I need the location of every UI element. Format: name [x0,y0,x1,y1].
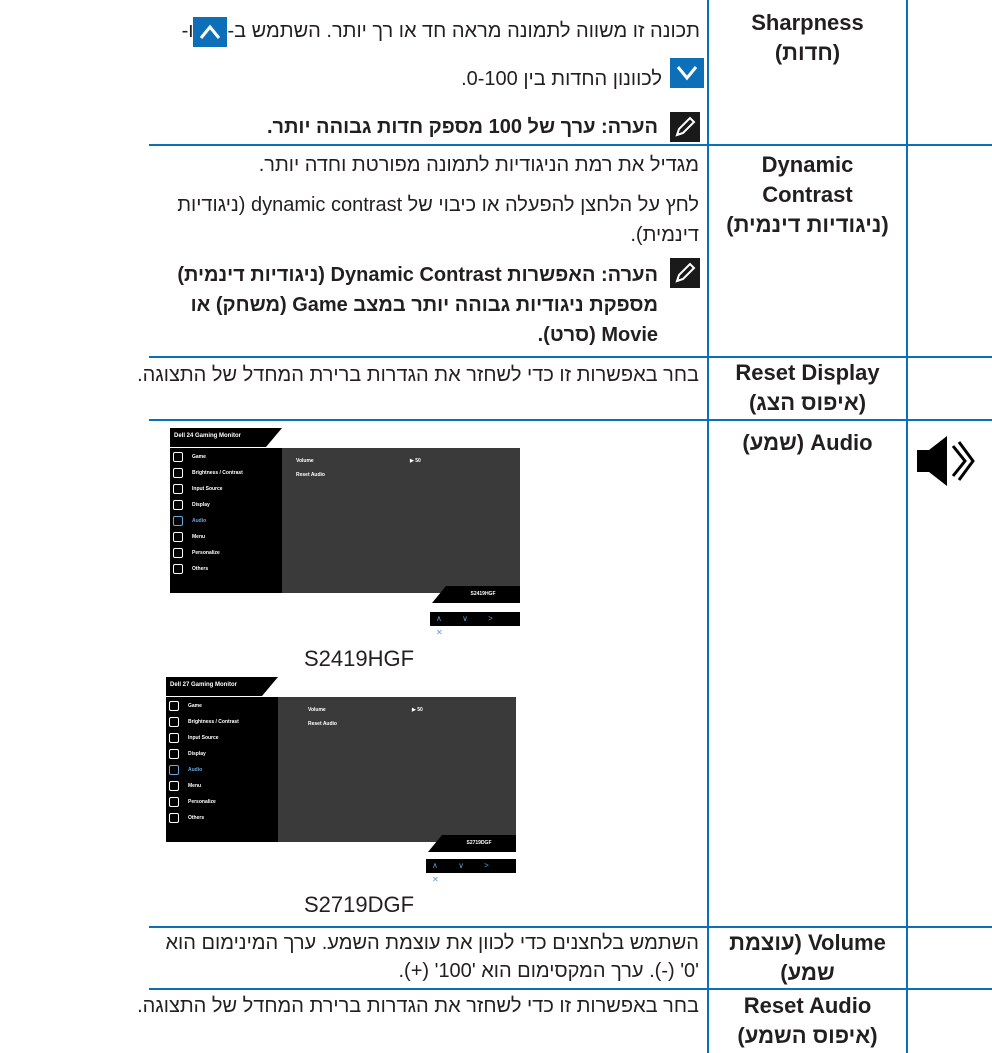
audio-label: Audio (שמע) [742,430,873,455]
input-source-icon [169,733,179,743]
osd-content: Volume ▶ 50 Reset Audio [282,448,520,593]
osd-content: Volume ▶ 50 Reset Audio [278,697,516,842]
reset-display-desc: בחר באפשרות זו כדי לשחזר את הגדרות ברירת… [137,364,699,386]
volume-desc-line1: השתמש בלחצנים כדי לכוון את עוצמת השמע. ע… [165,932,700,954]
osd-volume-value: ▶ 50 [412,707,423,713]
osd-title: Dell 24 Gaming Monitor [170,428,282,447]
sharpness-desc-line2: לכוונון החדות בין 0-100. [461,68,662,90]
menu-icon [173,532,183,542]
model-caption-2: S2719DGF [303,892,415,917]
others-icon [169,813,179,823]
others-icon [173,564,183,574]
dynamic-contrast-note-line3: Movie (סרט). [537,324,658,346]
osd-nav-buttons: ∧ ∨ > ✕ [430,612,520,637]
dynamic-contrast-desc-p1: מגדיל את רמת הניגודיות לתמונה מפורטת וחד… [258,154,699,176]
manual-page: Sharpness (חדות) תכונה זו משווה לתמונה מ… [0,0,992,1053]
audio-icon [173,516,183,526]
volume-desc-line2: '0' (-). ערך המקסימום הוא '100' (+). [398,960,700,982]
osd-model-tag: S2419HGF [432,586,520,603]
dynamic-contrast-note-line2: מספקת ניגודיות גבוהה יותר במצב Game (משח… [190,294,658,316]
menu-icon [169,781,179,791]
reset-audio-label: Reset Audio (איפוס השמע) [737,993,878,1048]
star-icon [173,548,183,558]
sharpness-desc-line1: תכונה זו משווה לתמונה מראה חד או רך יותר… [155,16,700,47]
note-pencil-icon [670,258,700,288]
dynamic-contrast-desc-p2-line2: דינמית). [630,224,699,246]
osd-nav-buttons: ∧ ∨ > ✕ [426,859,516,884]
up-arrow-icon [193,16,228,47]
model-caption-1: S2419HGF [303,646,415,671]
sharpness-label: Sharpness (חדות) [708,8,907,68]
down-arrow-icon [670,58,704,88]
osd-volume-value: ▶ 50 [410,458,421,464]
star-icon [169,797,179,807]
input-source-icon [173,484,183,494]
brightness-icon [173,468,183,478]
osd-screenshot-1: Dell 24 Gaming Monitor Game Brightness /… [170,428,520,637]
osd-volume-label: Volume [308,707,326,713]
dynamic-contrast-desc-p2-line1: לחץ על הלחצן להפעלה או כיבוי של dynamic … [177,194,699,216]
game-icon [169,701,179,711]
row-divider [149,419,992,421]
reset-display-label: Reset Display (איפוס הצג) [735,360,880,415]
osd-screenshot-2: Dell 27 Gaming Monitor Game Brightness /… [166,677,516,884]
speaker-icon [917,432,977,495]
osd-sidebar: Game Brightness / Contrast Input Source … [166,697,278,842]
reset-audio-desc: בחר באפשרות זו כדי לשחזר את הגדרות ברירת… [137,995,699,1017]
dynamic-contrast-note-line1: הערה: האפשרות Dynamic Contrast (ניגודיות… [177,264,658,286]
dynamic-contrast-label: Dynamic Contrast (ניגודיות דינמית) [726,152,889,237]
display-icon [173,500,183,510]
osd-sidebar: Game Brightness / Contrast Input Source … [170,448,282,593]
osd-model-tag: S2719DGF [428,835,516,852]
osd-title: Dell 27 Gaming Monitor [166,677,278,696]
osd-volume-label: Volume [296,458,314,464]
sharpness-label-he: (חדות) [774,40,841,65]
osd-reset-audio: Reset Audio [296,472,325,478]
audio-icon [169,765,179,775]
volume-label: Volume (עוצמת שמע) [729,930,886,985]
row-divider [149,144,992,146]
brightness-icon [169,717,179,727]
osd-reset-audio: Reset Audio [308,721,337,727]
display-icon [169,749,179,759]
game-icon [173,452,183,462]
sharpness-label-en: Sharpness [751,10,864,35]
row-divider [149,988,992,990]
sharpness-note: הערה: ערך של 100 מספק חדות גבוהה יותר. [266,116,658,138]
note-pencil-icon [670,112,700,142]
